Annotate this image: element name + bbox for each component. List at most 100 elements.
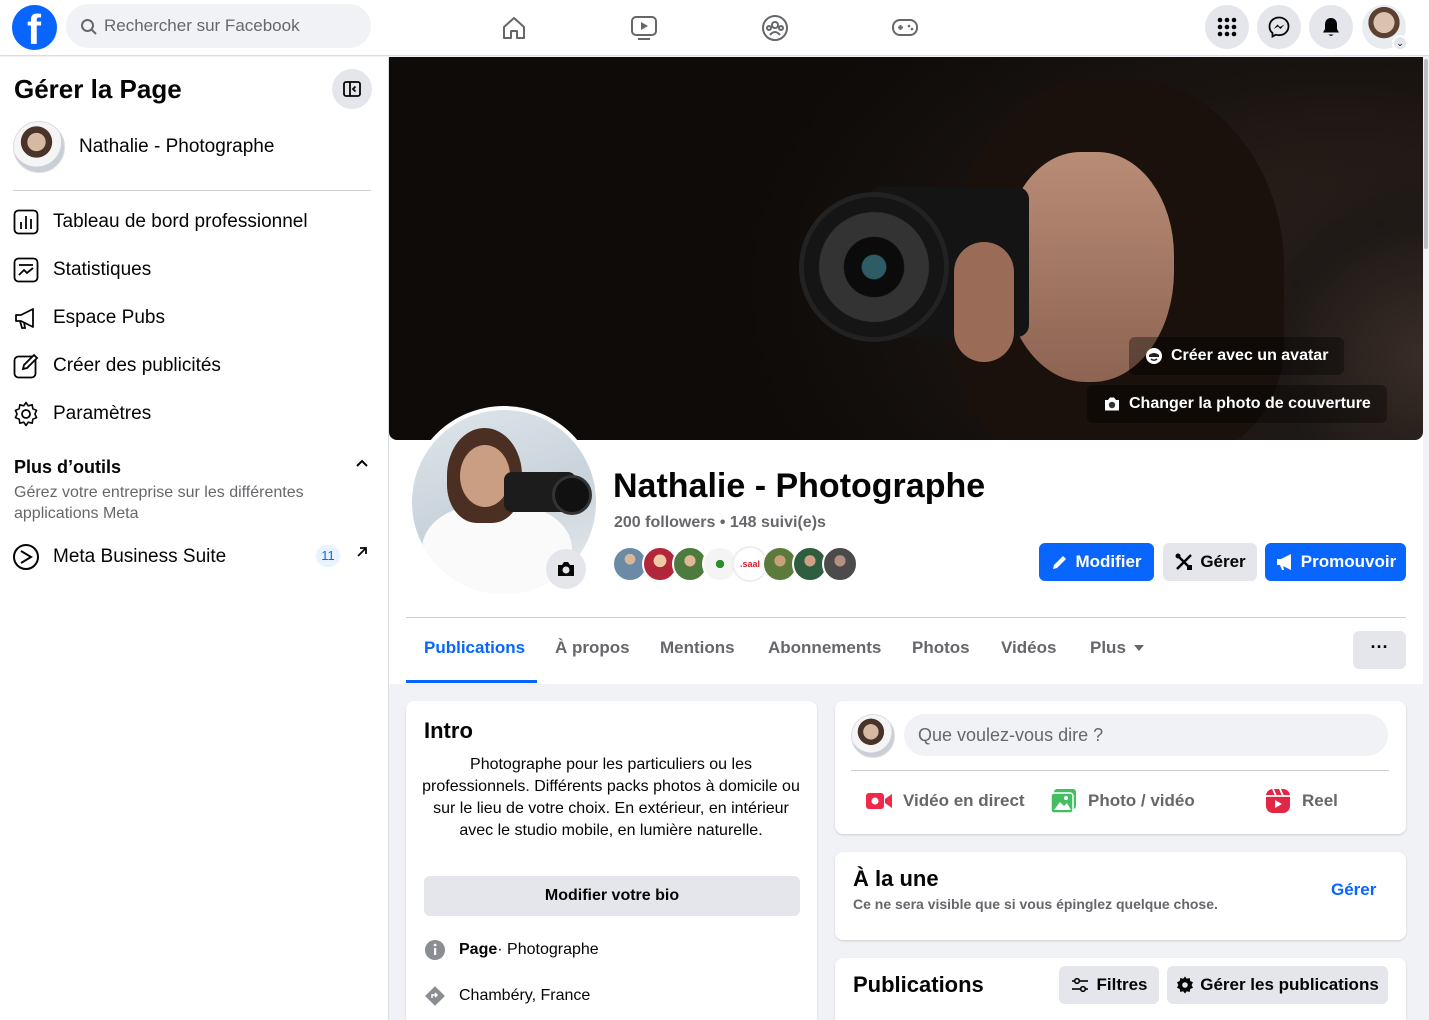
filters-label: Filtres	[1096, 975, 1148, 994]
live-video-label: Vidéo en direct	[903, 791, 1025, 810]
sidebar-page-profile[interactable]: Nathalie - Photographe	[13, 121, 274, 173]
collapse-sidebar-icon[interactable]	[332, 69, 372, 109]
sidebar-title: Gérer la Page	[14, 74, 182, 104]
search-icon	[81, 19, 97, 35]
tab-photos[interactable]: Photos	[912, 638, 970, 658]
sidebar-item-settings[interactable]: Paramètres	[12, 394, 151, 434]
avatar-icon	[1146, 348, 1162, 364]
manage-page-sidebar: Gérer la Page Nathalie - Photographe Tab…	[0, 57, 389, 1020]
update-profile-picture-camera-icon[interactable]	[546, 549, 586, 589]
edit-bio-button[interactable]: Modifier votre bio	[424, 876, 800, 916]
notifications-icon[interactable]	[1309, 5, 1353, 49]
profile-image-face	[460, 445, 510, 507]
manage-featured-link[interactable]: Gérer	[1331, 880, 1376, 900]
intro-category: Page · Photographe	[424, 939, 599, 961]
publications-title: Publications	[853, 972, 984, 997]
location-direction-icon	[424, 985, 446, 1007]
featured-subtitle: Ce ne sera visible que si vous épinglez …	[853, 896, 1218, 912]
photo-icon	[1050, 787, 1078, 815]
divider	[851, 770, 1389, 771]
edit-page-button[interactable]: Modifier	[1039, 543, 1154, 581]
tab-about[interactable]: À propos	[555, 638, 630, 658]
tools-icon	[1175, 553, 1193, 570]
change-cover-label: Changer la photo de couverture	[1129, 395, 1371, 412]
live-video-button[interactable]: Vidéo en direct	[865, 787, 1025, 815]
cover-photo[interactable]	[389, 57, 1423, 440]
insights-icon	[12, 256, 40, 284]
groups-icon[interactable]	[757, 10, 793, 46]
search-box[interactable]	[66, 4, 371, 48]
sidebar-page-name: Nathalie - Photographe	[79, 136, 275, 157]
manage-posts-button[interactable]: Gérer les publications	[1167, 966, 1388, 1004]
intro-title: Intro	[424, 718, 473, 743]
featured-title: À la une	[853, 866, 939, 891]
watch-icon[interactable]	[626, 10, 662, 46]
sidebar-item-label: Statistiques	[53, 259, 152, 280]
info-icon	[424, 939, 446, 961]
avatar	[13, 121, 65, 173]
tab-videos[interactable]: Vidéos	[1001, 638, 1056, 658]
pencil-icon	[1053, 556, 1067, 569]
chevron-down-icon: ⌄	[1392, 35, 1408, 51]
avatar[interactable]	[851, 714, 895, 758]
dashboard-icon	[12, 208, 40, 236]
publications-card: Publications Filtres Gérer les publicati…	[835, 958, 1406, 1020]
more-tools-heading[interactable]: Plus d’outils	[14, 457, 121, 478]
photo-video-button[interactable]: Photo / vidéo	[1050, 787, 1195, 815]
create-avatar-label: Créer avec un avatar	[1171, 347, 1329, 364]
follower-stats[interactable]: 200 followers • 148 suivi(e)s	[614, 514, 826, 532]
tab-more[interactable]: Plus	[1090, 638, 1144, 658]
filters-button[interactable]: Filtres	[1059, 966, 1159, 1004]
reel-button[interactable]: Reel	[1264, 787, 1338, 815]
tab-mentions[interactable]: Mentions	[660, 638, 735, 658]
sidebar-item-label: Paramètres	[53, 403, 152, 424]
edit-icon	[12, 352, 40, 380]
create-avatar-button[interactable]: Créer avec un avatar	[1129, 337, 1345, 375]
gear-icon	[1177, 976, 1194, 994]
chevron-up-icon[interactable]	[354, 457, 370, 475]
sidebar-item-label: Meta Business Suite	[53, 546, 227, 567]
notification-count-badge: 11	[316, 545, 340, 567]
facebook-logo[interactable]: f	[12, 5, 57, 52]
page-scrollbar[interactable]	[1423, 57, 1429, 1020]
top-bar: f ⌄	[0, 0, 1429, 56]
tab-subscriptions[interactable]: Abonnements	[768, 638, 881, 658]
sidebar-item-dashboard[interactable]: Tableau de bord professionnel	[12, 202, 308, 242]
menu-grid-icon[interactable]	[1205, 5, 1249, 49]
external-link-icon[interactable]	[355, 545, 369, 564]
manage-posts-label: Gérer les publications	[1200, 975, 1379, 994]
account-avatar[interactable]: ⌄	[1362, 5, 1408, 51]
gear-icon	[12, 400, 40, 428]
caret-down-icon	[1133, 645, 1144, 651]
sidebar-item-meta-business-suite[interactable]: Meta Business Suite	[12, 537, 226, 577]
gaming-icon[interactable]	[887, 10, 923, 46]
sidebar-item-insights[interactable]: Statistiques	[12, 250, 151, 290]
scrollbar-thumb[interactable]	[1424, 59, 1428, 249]
sidebar-item-create-ads[interactable]: Créer des publicités	[12, 346, 221, 386]
divider	[406, 617, 1406, 618]
more-options-button[interactable]: ···	[1353, 631, 1406, 669]
live-video-icon	[865, 787, 893, 815]
filter-icon	[1072, 977, 1089, 993]
change-cover-button[interactable]: Changer la photo de couverture	[1087, 385, 1387, 423]
messenger-icon[interactable]	[1257, 5, 1301, 49]
intro-category-label: Page	[459, 941, 498, 958]
search-input[interactable]	[104, 4, 364, 48]
sidebar-item-ads-space[interactable]: Espace Pubs	[12, 298, 165, 338]
intro-location-link[interactable]: Chambéry, France	[459, 987, 590, 1005]
avatar[interactable]	[822, 546, 858, 582]
cover-image-hand	[954, 242, 1014, 362]
promote-label: Promouvoir	[1300, 552, 1397, 571]
promote-button[interactable]: Promouvoir	[1265, 543, 1406, 581]
intro-location: Chambéry, France	[424, 985, 590, 1007]
intro-category-value: · Photographe	[497, 941, 599, 958]
megaphone-icon	[1276, 554, 1291, 570]
manage-page-button[interactable]: Gérer	[1163, 543, 1257, 581]
tab-publications[interactable]: Publications	[424, 638, 525, 658]
profile-image-camera	[504, 472, 592, 515]
home-icon[interactable]	[496, 10, 532, 46]
featured-card: À la une Ce ne sera visible que si vous …	[835, 852, 1406, 940]
sidebar-item-label: Créer des publicités	[53, 355, 221, 376]
post-composer: Que voulez-vous dire ? Vidéo en direct P…	[835, 701, 1406, 834]
composer-input[interactable]: Que voulez-vous dire ?	[904, 714, 1388, 756]
